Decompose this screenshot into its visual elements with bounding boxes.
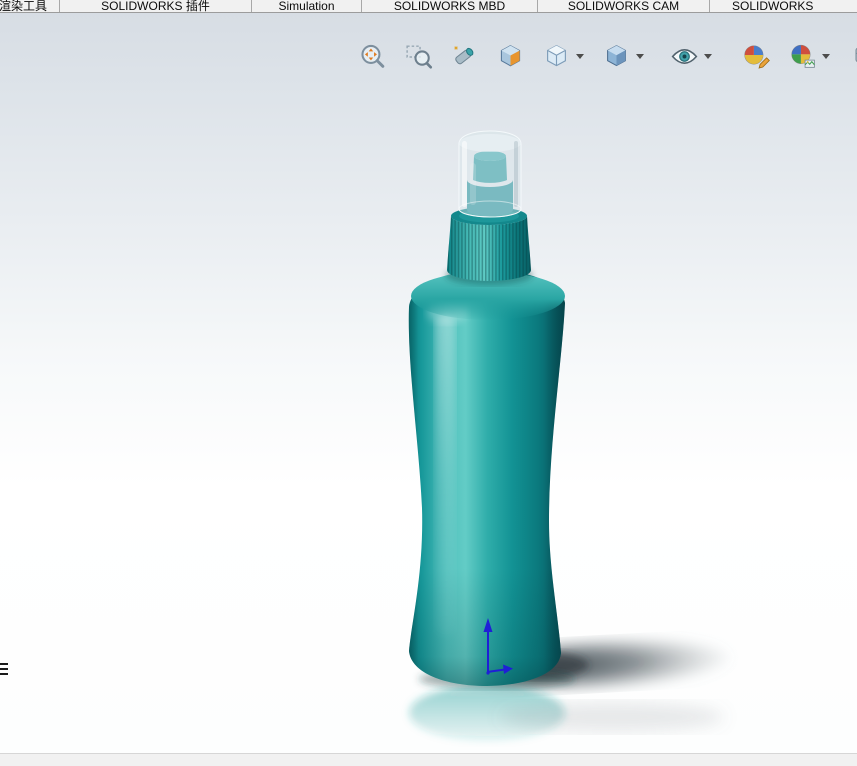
edit-appearance-button[interactable] <box>739 39 773 73</box>
hide-show-items-dropdown[interactable] <box>701 40 715 72</box>
zoom-to-fit-icon <box>360 44 384 68</box>
apply-scene-dropdown[interactable] <box>819 40 833 72</box>
clear-overcap <box>458 130 522 218</box>
view-settings-icon <box>854 47 857 62</box>
view-orientation-dropdown[interactable] <box>573 40 587 72</box>
tab-simulation[interactable]: Simulation <box>252 0 363 12</box>
edit-appearance-ball-pencil-icon <box>743 44 770 69</box>
viewport-background <box>0 13 857 753</box>
view-orientation-button[interactable] <box>539 39 573 73</box>
section-view-icon <box>500 44 520 66</box>
bottle-collar <box>447 207 531 281</box>
display-style-button[interactable] <box>599 39 633 73</box>
view-settings-button[interactable] <box>851 39 857 73</box>
apply-scene-button[interactable] <box>785 39 819 73</box>
previous-view-button[interactable] <box>447 39 481 73</box>
display-style-dropdown[interactable] <box>633 40 647 72</box>
tab-solidworks-inspection[interactable]: SOLIDWORKS <box>710 0 857 12</box>
apply-scene-ball-icon <box>790 44 815 68</box>
zoom-to-area-button[interactable] <box>401 39 435 73</box>
floor-reflection <box>409 685 724 741</box>
tab-solidworks-addins[interactable]: SOLIDWORKS 插件 <box>60 0 253 12</box>
clipped-left-icon <box>0 663 8 676</box>
eye-icon <box>671 48 697 64</box>
chevron-down-icon <box>704 53 712 59</box>
view-orientation-cube-icon <box>546 44 566 66</box>
tab-render-tools[interactable]: 渲染工具 <box>0 0 61 12</box>
section-view-button[interactable] <box>493 39 527 73</box>
zoom-to-area-icon <box>405 44 432 69</box>
chevron-down-icon <box>576 53 584 59</box>
solidworks-window: 渲染工具 SOLIDWORKS 插件 Simulation SOLIDWORKS… <box>0 0 857 766</box>
hide-show-items-button[interactable] <box>667 39 701 73</box>
display-style-cube-icon <box>606 44 626 66</box>
horizontal-scrollbar[interactable] <box>0 753 857 766</box>
graphics-area[interactable] <box>0 13 857 766</box>
command-manager-tabs: 渲染工具 SOLIDWORKS 插件 Simulation SOLIDWORKS… <box>0 0 857 13</box>
zoom-to-fit-button[interactable] <box>355 39 389 73</box>
tab-solidworks-cam[interactable]: SOLIDWORKS CAM <box>538 0 711 12</box>
tab-solidworks-mbd[interactable]: SOLIDWORKS MBD <box>362 0 539 12</box>
previous-view-icon <box>453 45 473 64</box>
chevron-down-icon <box>636 53 644 59</box>
heads-up-view-toolbar <box>355 39 857 73</box>
chevron-down-icon <box>822 53 830 59</box>
